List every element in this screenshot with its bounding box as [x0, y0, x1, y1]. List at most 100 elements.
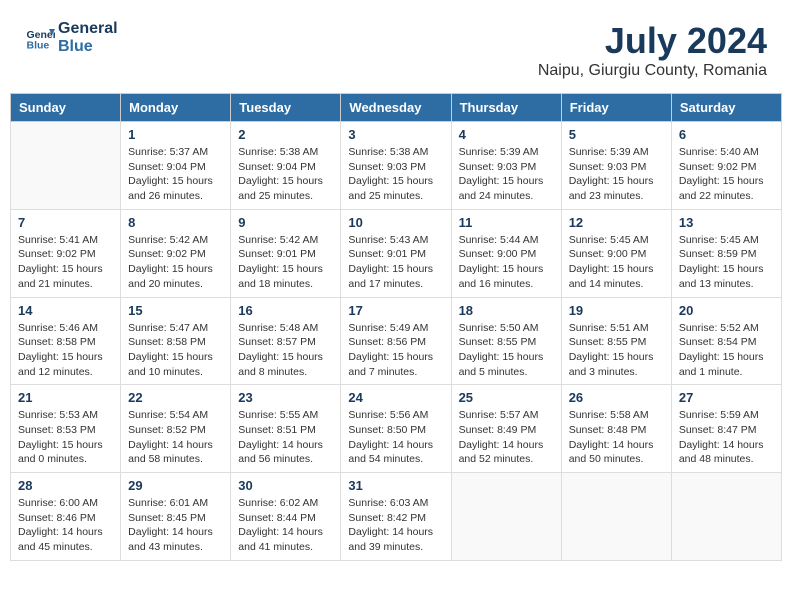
calendar-cell: 8 Sunrise: 5:42 AM Sunset: 9:02 PM Daylig…	[121, 209, 231, 297]
col-header-sunday: Sunday	[11, 94, 121, 122]
calendar-cell: 21 Sunrise: 5:53 AM Sunset: 8:53 PM Dayli…	[11, 385, 121, 473]
calendar-cell: 22 Sunrise: 5:54 AM Sunset: 8:52 PM Dayli…	[121, 385, 231, 473]
week-row-3: 14 Sunrise: 5:46 AM Sunset: 8:58 PM Dayli…	[11, 297, 782, 385]
location-subtitle: Naipu, Giurgiu County, Romania	[538, 62, 767, 80]
day-info: Sunrise: 5:45 AM Sunset: 8:59 PM Dayligh…	[679, 233, 774, 292]
day-info: Sunrise: 5:47 AM Sunset: 8:58 PM Dayligh…	[128, 321, 223, 380]
calendar-cell: 14 Sunrise: 5:46 AM Sunset: 8:58 PM Dayli…	[11, 297, 121, 385]
day-info: Sunrise: 6:00 AM Sunset: 8:46 PM Dayligh…	[18, 496, 113, 555]
week-row-1: 1 Sunrise: 5:37 AM Sunset: 9:04 PM Daylig…	[11, 122, 782, 210]
day-info: Sunrise: 5:58 AM Sunset: 8:48 PM Dayligh…	[569, 408, 664, 467]
day-number: 20	[679, 303, 774, 318]
col-header-tuesday: Tuesday	[231, 94, 341, 122]
col-header-thursday: Thursday	[451, 94, 561, 122]
day-number: 22	[128, 390, 223, 405]
calendar-table: SundayMondayTuesdayWednesdayThursdayFrid…	[10, 93, 782, 561]
day-info: Sunrise: 5:57 AM Sunset: 8:49 PM Dayligh…	[459, 408, 554, 467]
day-info: Sunrise: 5:41 AM Sunset: 9:02 PM Dayligh…	[18, 233, 113, 292]
calendar-cell: 9 Sunrise: 5:42 AM Sunset: 9:01 PM Daylig…	[231, 209, 341, 297]
day-info: Sunrise: 5:43 AM Sunset: 9:01 PM Dayligh…	[348, 233, 443, 292]
calendar-cell: 5 Sunrise: 5:39 AM Sunset: 9:03 PM Daylig…	[561, 122, 671, 210]
day-number: 6	[679, 127, 774, 142]
col-header-wednesday: Wednesday	[341, 94, 451, 122]
day-number: 8	[128, 215, 223, 230]
header-row: SundayMondayTuesdayWednesdayThursdayFrid…	[11, 94, 782, 122]
day-info: Sunrise: 5:53 AM Sunset: 8:53 PM Dayligh…	[18, 408, 113, 467]
logo: General Blue General Blue	[25, 20, 118, 56]
day-number: 10	[348, 215, 443, 230]
day-info: Sunrise: 5:46 AM Sunset: 8:58 PM Dayligh…	[18, 321, 113, 380]
day-number: 14	[18, 303, 113, 318]
day-number: 1	[128, 127, 223, 142]
calendar-cell: 17 Sunrise: 5:49 AM Sunset: 8:56 PM Dayli…	[341, 297, 451, 385]
day-number: 13	[679, 215, 774, 230]
calendar-cell: 29 Sunrise: 6:01 AM Sunset: 8:45 PM Dayli…	[121, 473, 231, 561]
day-number: 31	[348, 478, 443, 493]
calendar-cell: 13 Sunrise: 5:45 AM Sunset: 8:59 PM Dayli…	[671, 209, 781, 297]
col-header-monday: Monday	[121, 94, 231, 122]
day-info: Sunrise: 5:42 AM Sunset: 9:02 PM Dayligh…	[128, 233, 223, 292]
day-number: 3	[348, 127, 443, 142]
day-info: Sunrise: 5:45 AM Sunset: 9:00 PM Dayligh…	[569, 233, 664, 292]
day-number: 4	[459, 127, 554, 142]
logo-line1: General	[58, 20, 118, 38]
day-info: Sunrise: 5:44 AM Sunset: 9:00 PM Dayligh…	[459, 233, 554, 292]
day-number: 9	[238, 215, 333, 230]
week-row-4: 21 Sunrise: 5:53 AM Sunset: 8:53 PM Dayli…	[11, 385, 782, 473]
month-title: July 2024	[538, 20, 767, 62]
day-number: 29	[128, 478, 223, 493]
calendar-cell: 27Sunrise: 5:59 AM Sunset: 8:47 PM Dayli…	[671, 385, 781, 473]
col-header-saturday: Saturday	[671, 94, 781, 122]
day-info: Sunrise: 5:39 AM Sunset: 9:03 PM Dayligh…	[569, 145, 664, 204]
day-number: 5	[569, 127, 664, 142]
calendar-cell: 1 Sunrise: 5:37 AM Sunset: 9:04 PM Daylig…	[121, 122, 231, 210]
day-number: 28	[18, 478, 113, 493]
logo-line2: Blue	[58, 38, 118, 56]
calendar-cell: 12 Sunrise: 5:45 AM Sunset: 9:00 PM Dayli…	[561, 209, 671, 297]
day-info: Sunrise: 5:51 AM Sunset: 8:55 PM Dayligh…	[569, 321, 664, 380]
calendar-cell: 28 Sunrise: 6:00 AM Sunset: 8:46 PM Dayli…	[11, 473, 121, 561]
calendar-cell: 15Sunrise: 5:47 AM Sunset: 8:58 PM Dayli…	[121, 297, 231, 385]
svg-text:Blue: Blue	[27, 40, 50, 52]
calendar-cell: 26 Sunrise: 5:58 AM Sunset: 8:48 PM Dayli…	[561, 385, 671, 473]
day-info: Sunrise: 5:50 AM Sunset: 8:55 PM Dayligh…	[459, 321, 554, 380]
day-number: 30	[238, 478, 333, 493]
title-section: July 2024 Naipu, Giurgiu County, Romania	[538, 20, 767, 80]
day-number: 7	[18, 215, 113, 230]
day-number: 23	[238, 390, 333, 405]
week-row-5: 28 Sunrise: 6:00 AM Sunset: 8:46 PM Dayli…	[11, 473, 782, 561]
day-info: Sunrise: 5:52 AM Sunset: 8:54 PM Dayligh…	[679, 321, 774, 380]
logo-icon: General Blue	[25, 23, 55, 53]
calendar-cell	[561, 473, 671, 561]
day-number: 12	[569, 215, 664, 230]
calendar-cell: 19Sunrise: 5:51 AM Sunset: 8:55 PM Dayli…	[561, 297, 671, 385]
calendar-cell	[451, 473, 561, 561]
day-info: Sunrise: 6:01 AM Sunset: 8:45 PM Dayligh…	[128, 496, 223, 555]
day-number: 25	[459, 390, 554, 405]
day-number: 26	[569, 390, 664, 405]
page-header: General Blue General Blue July 2024 Naip…	[10, 10, 782, 85]
day-info: Sunrise: 5:59 AM Sunset: 8:47 PM Dayligh…	[679, 408, 774, 467]
day-info: Sunrise: 5:39 AM Sunset: 9:03 PM Dayligh…	[459, 145, 554, 204]
calendar-cell: 2 Sunrise: 5:38 AM Sunset: 9:04 PM Daylig…	[231, 122, 341, 210]
day-info: Sunrise: 5:48 AM Sunset: 8:57 PM Dayligh…	[238, 321, 333, 380]
calendar-cell: 23 Sunrise: 5:55 AM Sunset: 8:51 PM Dayli…	[231, 385, 341, 473]
day-info: Sunrise: 5:37 AM Sunset: 9:04 PM Dayligh…	[128, 145, 223, 204]
day-info: Sunrise: 5:55 AM Sunset: 8:51 PM Dayligh…	[238, 408, 333, 467]
day-number: 16	[238, 303, 333, 318]
day-number: 2	[238, 127, 333, 142]
day-info: Sunrise: 5:54 AM Sunset: 8:52 PM Dayligh…	[128, 408, 223, 467]
day-info: Sunrise: 5:49 AM Sunset: 8:56 PM Dayligh…	[348, 321, 443, 380]
calendar-cell: 20 Sunrise: 5:52 AM Sunset: 8:54 PM Dayli…	[671, 297, 781, 385]
day-number: 21	[18, 390, 113, 405]
day-number: 11	[459, 215, 554, 230]
calendar-cell: 6Sunrise: 5:40 AM Sunset: 9:02 PM Daylig…	[671, 122, 781, 210]
day-number: 17	[348, 303, 443, 318]
day-info: Sunrise: 6:02 AM Sunset: 8:44 PM Dayligh…	[238, 496, 333, 555]
day-info: Sunrise: 5:38 AM Sunset: 9:03 PM Dayligh…	[348, 145, 443, 204]
day-info: Sunrise: 5:42 AM Sunset: 9:01 PM Dayligh…	[238, 233, 333, 292]
calendar-cell	[11, 122, 121, 210]
day-info: Sunrise: 5:38 AM Sunset: 9:04 PM Dayligh…	[238, 145, 333, 204]
calendar-cell: 3 Sunrise: 5:38 AM Sunset: 9:03 PM Daylig…	[341, 122, 451, 210]
calendar-cell: 4 Sunrise: 5:39 AM Sunset: 9:03 PM Daylig…	[451, 122, 561, 210]
